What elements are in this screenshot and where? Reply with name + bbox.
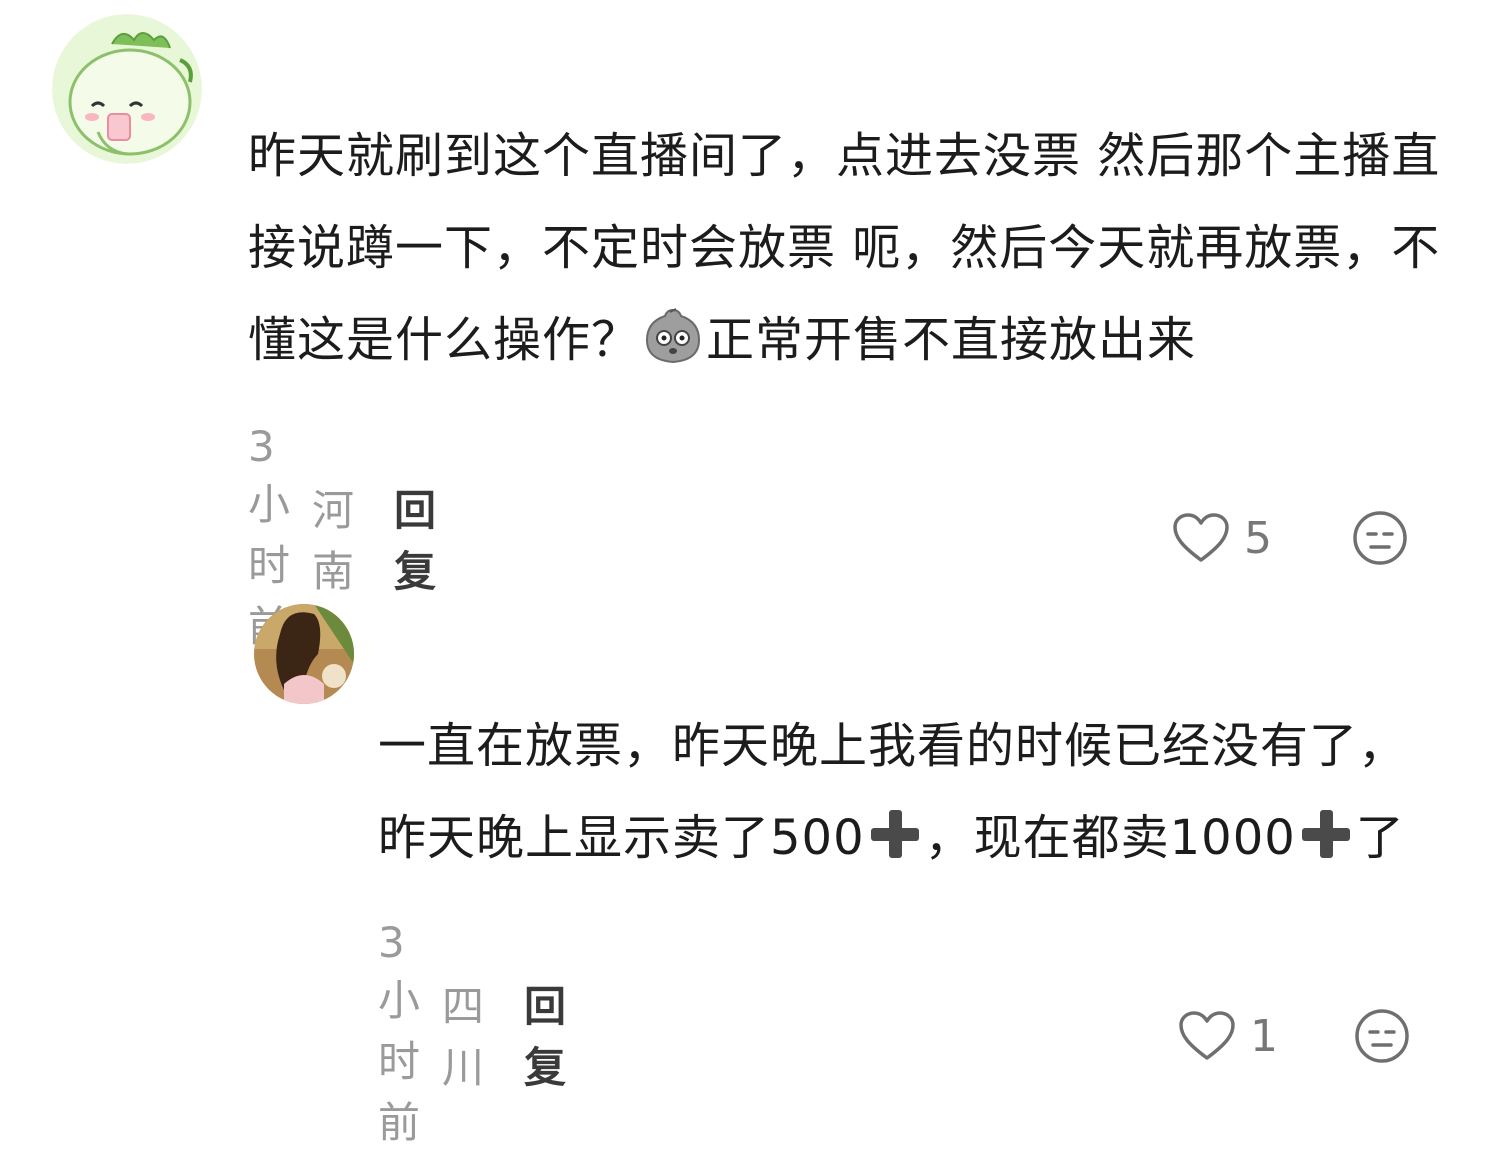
- heavy-plus-icon: [1298, 806, 1354, 862]
- comment-1-location: 河南: [312, 486, 355, 596]
- comment-2-dislike-face-icon[interactable]: [1354, 1008, 1410, 1064]
- comment-1-reply-button[interactable]: 回复: [394, 477, 436, 599]
- comment-1-like-button[interactable]: 5: [1172, 508, 1272, 568]
- comment-1-dislike-face-icon[interactable]: [1352, 510, 1408, 566]
- comment-2-reply-button[interactable]: 回复: [524, 973, 566, 1095]
- heavy-plus-icon: [867, 806, 923, 862]
- comment-2-meta: 3小时前 四川 回复: [378, 918, 566, 1147]
- comment-2-like-count: 1: [1250, 1010, 1278, 1062]
- comment-1-meta: 3小时前 河南 回复: [248, 422, 436, 651]
- comment-2-like-button[interactable]: 1: [1178, 1006, 1278, 1066]
- comment-2-location: 四川: [442, 982, 485, 1092]
- comment-2-time: 3小时前: [378, 918, 421, 1147]
- comment-1-text-tail: 正常开售不直接放出来: [706, 312, 1197, 368]
- comment-1-text: 昨天就刷到这个直播间了，点进去没票 然后那个主播直接说蹲一下，不定时会放票 呃，…: [248, 110, 1448, 394]
- heart-icon: [1179, 1011, 1235, 1060]
- comment-2-text-part2: ，现在都卖1000: [924, 810, 1296, 866]
- comment-1-like-count: 5: [1244, 512, 1272, 564]
- comment-2-text-part3: 了: [1355, 810, 1405, 866]
- comment-2-text: 一直在放票，昨天晚上我看的时候已经没有了，昨天晚上显示卖了500 ，现在都卖100…: [378, 700, 1448, 884]
- girl-photo-avatar-icon: [254, 604, 354, 704]
- comment-1-avatar[interactable]: [52, 14, 202, 164]
- stunned-face-emoji-icon: [642, 302, 704, 394]
- comment-2-avatar[interactable]: [254, 604, 354, 704]
- heart-icon: [1173, 513, 1229, 562]
- dinosaur-avatar-icon: [52, 14, 202, 164]
